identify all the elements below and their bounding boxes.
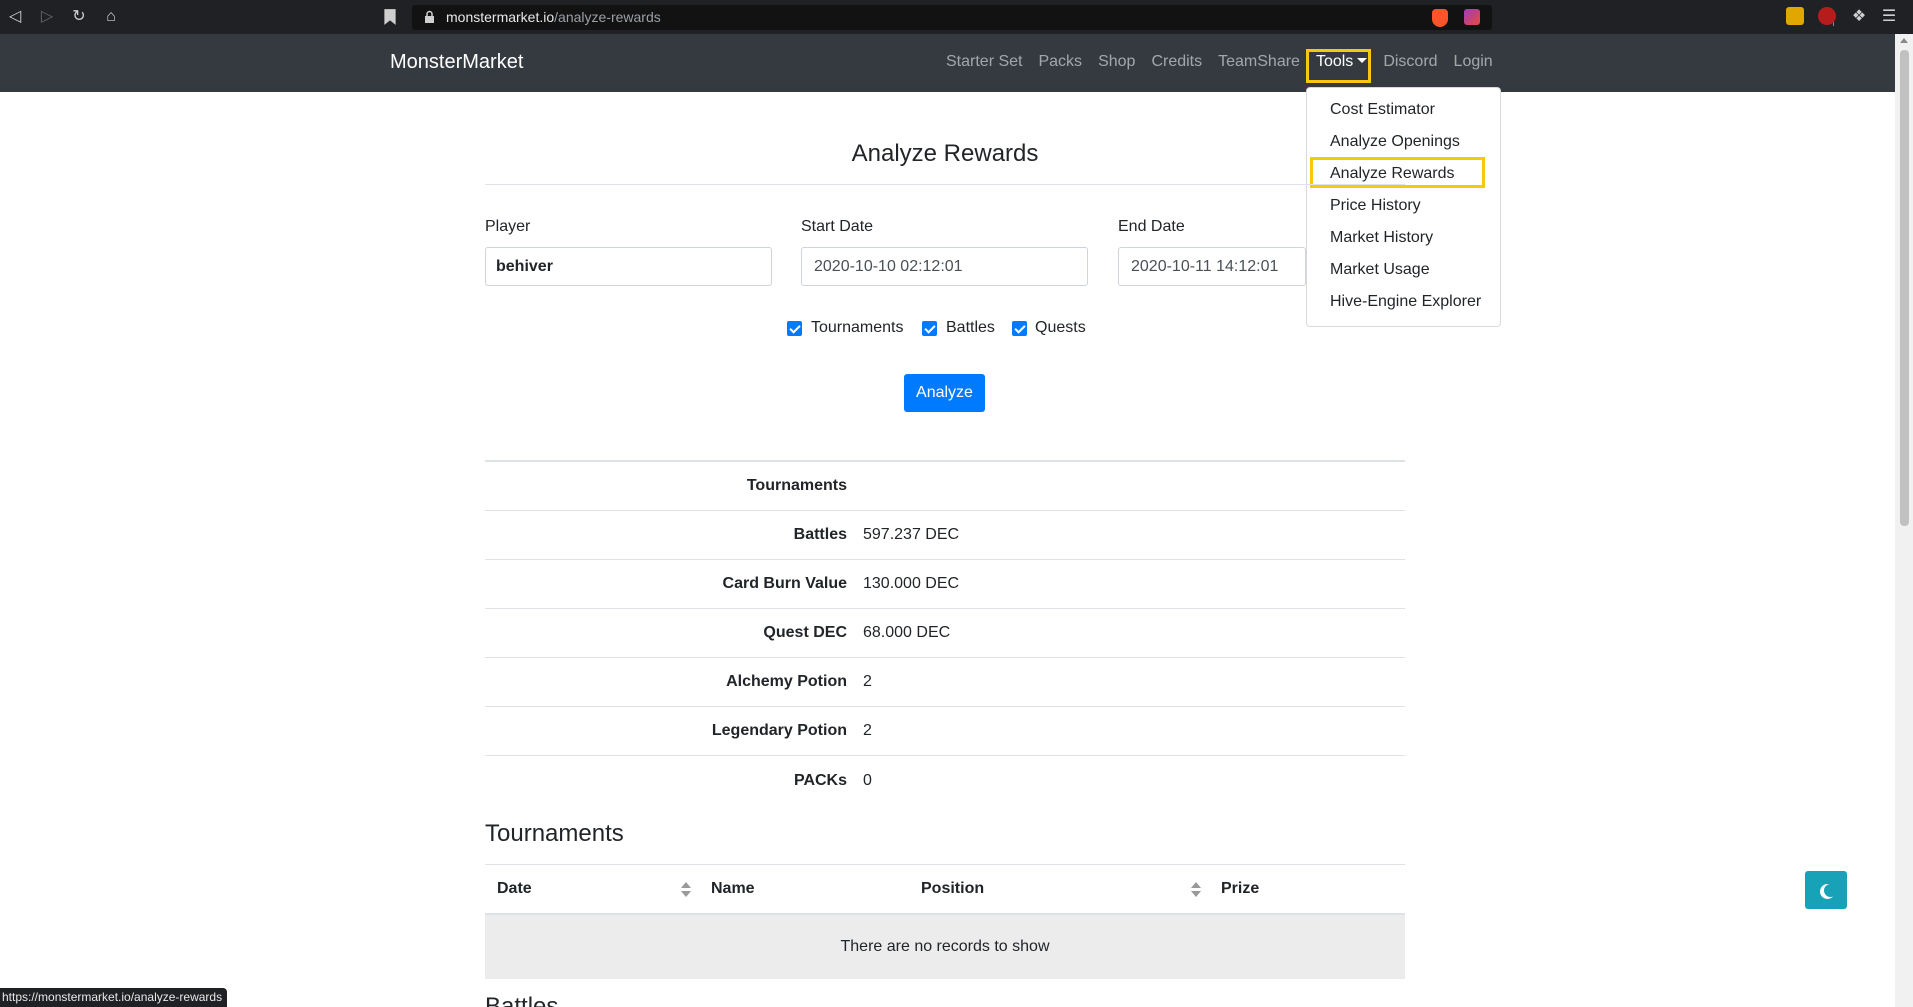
dark-mode-toggle[interactable] — [1805, 871, 1847, 909]
nav-login[interactable]: Login — [1454, 53, 1493, 71]
status-bar-url: https://monstermarket.io/analyze-rewards — [0, 988, 228, 1007]
battles-heading: Battles — [485, 993, 559, 1007]
summary-row: Quest DEC 68.000 DEC — [485, 609, 1405, 658]
nav-starter-set[interactable]: Starter Set — [946, 53, 1022, 71]
tools-dropdown-menu: Cost Estimator Analyze Openings Analyze … — [1306, 87, 1501, 327]
summary-row: Card Burn Value 130.000 DEC — [485, 560, 1405, 609]
scroll-up-icon[interactable] — [1900, 38, 1908, 43]
page-title: Analyze Rewards — [851, 140, 1039, 167]
menu-icon[interactable]: ☰ — [1880, 8, 1898, 26]
start-date-input[interactable]: 2020-10-10 02:12:01 — [801, 247, 1088, 286]
battles-checkbox[interactable] — [922, 321, 937, 336]
empty-records-message: There are no records to show — [485, 915, 1405, 979]
address-bar[interactable]: monstermarket.io/analyze-rewards — [412, 5, 1834, 30]
menu-market-history[interactable]: Market History — [1330, 229, 1433, 247]
summary-value: 68.000 DEC — [863, 624, 951, 641]
summary-key: Quest DEC — [763, 624, 847, 641]
nav-credits[interactable]: Credits — [1151, 53, 1202, 71]
tournaments-checkbox-label[interactable]: Tournaments — [811, 319, 904, 337]
menu-market-usage[interactable]: Market Usage — [1330, 261, 1430, 279]
page-scrollbar[interactable] — [1895, 34, 1913, 1007]
moon-icon — [1824, 884, 1837, 897]
battles-checkbox-label[interactable]: Battles — [946, 319, 995, 337]
forward-icon[interactable]: ▷ — [38, 8, 56, 26]
summary-key: Alchemy Potion — [726, 673, 847, 690]
start-date-label: Start Date — [801, 218, 874, 235]
summary-row: PACKs 0 — [485, 756, 1405, 805]
end-date-input[interactable]: 2020-10-11 14:12:01 — [1118, 247, 1306, 286]
summary-table: Tournaments Battles 597.237 DEC Card Burn… — [485, 460, 1405, 805]
sort-icon[interactable] — [681, 882, 691, 898]
lock-icon — [425, 10, 434, 23]
nav-links: Starter Set Packs Shop Credits TeamShare… — [946, 53, 1509, 71]
summary-value: 0 — [863, 771, 872, 789]
url-path: /analyze-rewards — [554, 9, 661, 25]
nav-teamshare[interactable]: TeamShare — [1218, 53, 1300, 71]
player-label: Player — [485, 218, 531, 235]
nav-shop[interactable]: Shop — [1098, 53, 1135, 71]
summary-value: 2 — [863, 722, 872, 739]
summary-row: Tournaments — [485, 462, 1405, 511]
player-input[interactable]: behiver — [485, 247, 772, 286]
col-date[interactable]: Date — [497, 880, 532, 898]
back-icon[interactable]: ◁ — [6, 8, 24, 26]
summary-value: 2 — [863, 673, 872, 690]
nav-discord[interactable]: Discord — [1383, 53, 1437, 71]
brave-shield-icon[interactable] — [1432, 9, 1448, 27]
summary-key: Tournaments — [746, 477, 847, 494]
summary-key: PACKs — [793, 771, 847, 789]
summary-key: Legendary Potion — [711, 722, 847, 739]
summary-value: 130.000 DEC — [863, 575, 960, 592]
bookmark-icon[interactable] — [382, 8, 398, 26]
end-date-label: End Date — [1118, 218, 1185, 235]
puzzle-icon[interactable]: ❖ — [1850, 8, 1868, 26]
tools-highlight-box — [1306, 49, 1371, 83]
extension-key-icon[interactable] — [1818, 7, 1836, 25]
summary-value: 597.237 DEC — [863, 526, 960, 543]
menu-price-history[interactable]: Price History — [1330, 197, 1421, 215]
site-navbar: MonsterMarket Starter Set Packs Shop Cre… — [0, 34, 1895, 92]
summary-key: Card Burn Value — [722, 575, 847, 592]
url-domain: monstermarket.io — [446, 9, 555, 25]
col-prize[interactable]: Prize — [1221, 880, 1259, 898]
tournaments-heading: Tournaments — [485, 820, 624, 847]
sort-icon[interactable] — [1191, 882, 1201, 898]
summary-key: Battles — [793, 526, 847, 543]
home-icon[interactable]: ⌂ — [102, 8, 120, 26]
summary-row: Battles 597.237 DEC — [485, 511, 1405, 560]
col-name[interactable]: Name — [711, 880, 755, 898]
quests-checkbox[interactable] — [1012, 321, 1027, 336]
summary-row: Legendary Potion 2 — [485, 707, 1405, 756]
brand-logo[interactable]: MonsterMarket — [390, 51, 523, 74]
menu-cost-estimator[interactable]: Cost Estimator — [1330, 101, 1435, 119]
scroll-thumb[interactable] — [1900, 50, 1909, 526]
tournaments-checkbox[interactable] — [787, 321, 802, 336]
nav-packs[interactable]: Packs — [1038, 53, 1082, 71]
quests-checkbox-label[interactable]: Quests — [1035, 319, 1086, 337]
analyze-button[interactable]: Analyze — [904, 374, 985, 412]
brave-rewards-icon[interactable] — [1464, 9, 1480, 25]
summary-row: Alchemy Potion 2 — [485, 658, 1405, 707]
col-position[interactable]: Position — [921, 880, 984, 898]
reload-icon[interactable]: ↻ — [70, 8, 88, 26]
extension-icon[interactable] — [1786, 7, 1804, 25]
url-text: monstermarket.io/analyze-rewards — [446, 9, 661, 25]
tournaments-table-header: Date Name Position Prize — [485, 864, 1405, 915]
menu-hive-engine-explorer[interactable]: Hive-Engine Explorer — [1330, 293, 1481, 311]
title-divider — [485, 184, 1405, 185]
browser-toolbar: ◁ ▷ ↻ ⌂ monstermarket.io/analyze-rewards… — [0, 0, 1913, 34]
